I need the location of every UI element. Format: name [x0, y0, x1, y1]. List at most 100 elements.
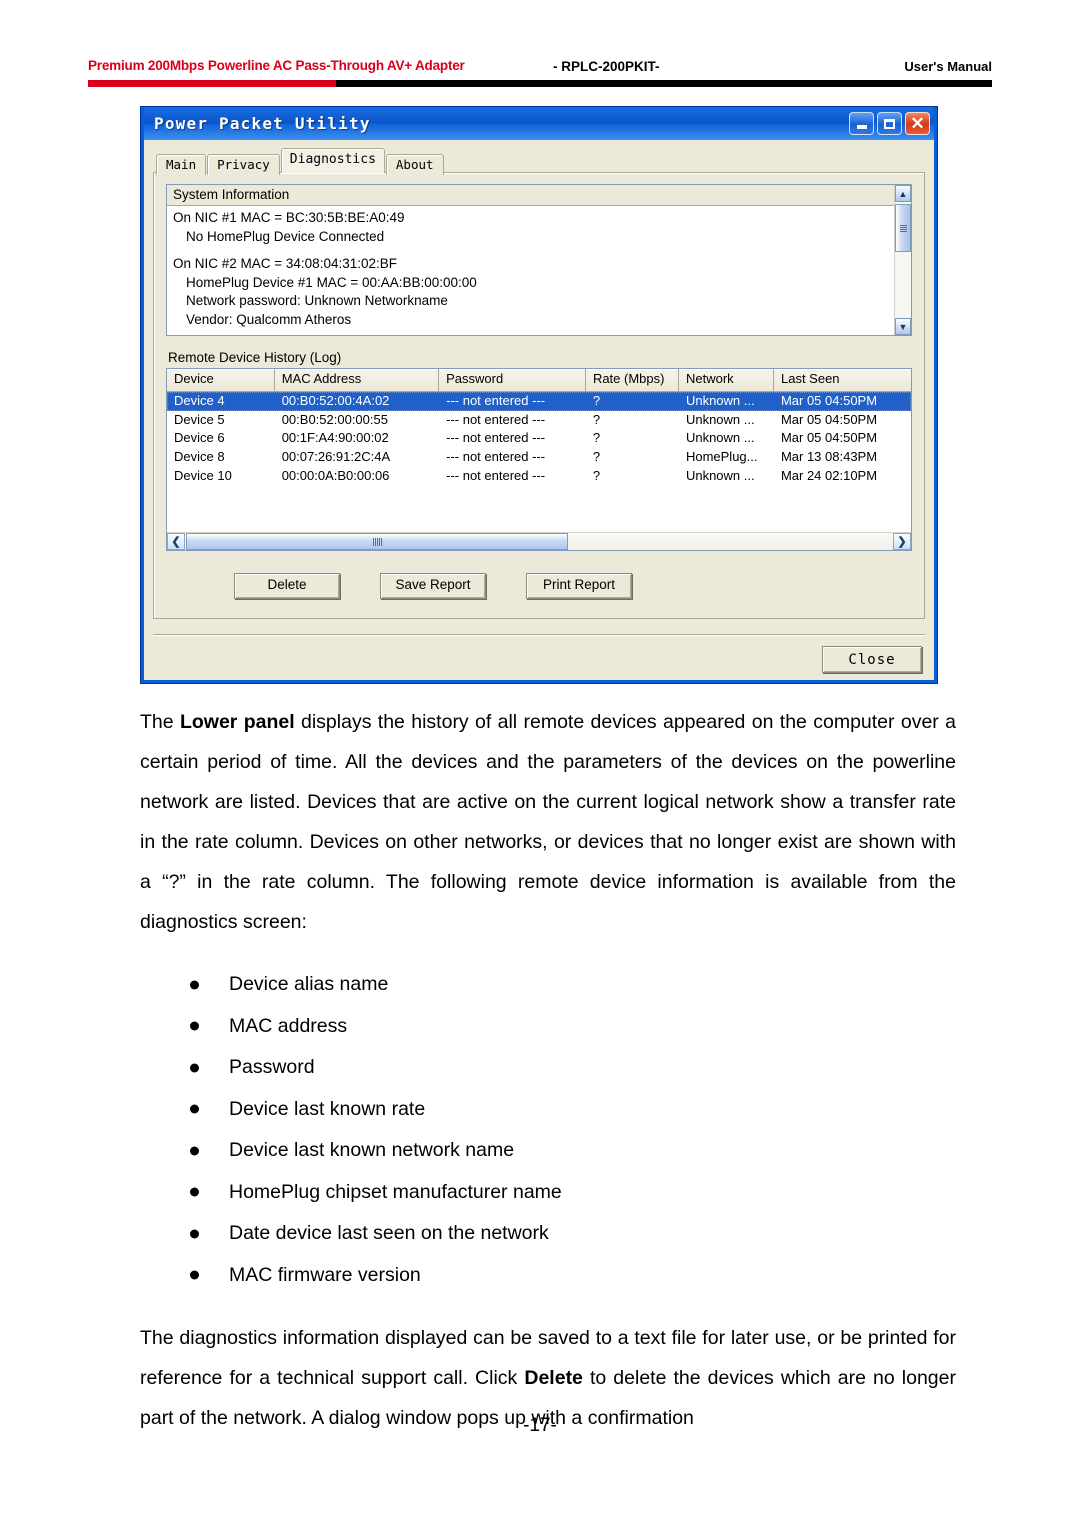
system-information-panel: System Information On NIC #1 MAC = BC:30… [166, 184, 912, 336]
sysinfo-line: On NIC #1 MAC = BC:30:5B:BE:A0:49 [173, 210, 405, 225]
list-item-label: MAC firmware version [229, 1263, 421, 1286]
minimize-button[interactable] [849, 112, 874, 135]
column-header-last-seen[interactable]: Last Seen [773, 369, 911, 391]
list-item: Device last known rate [140, 1089, 956, 1131]
remote-device-history-list: Device MAC Address Password Rate (Mbps) … [166, 368, 912, 551]
cell-password: --- not entered --- [446, 393, 546, 409]
scroll-right-icon[interactable]: ❯ [893, 533, 911, 550]
cell-mac: 00:00:0A:B0:00:06 [281, 467, 390, 483]
document-body: The Lower panel displays the history of … [140, 702, 956, 1438]
scroll-grip-icon [899, 224, 907, 232]
header-rule-black [336, 80, 992, 87]
footer-separator [153, 634, 925, 636]
cell-password: --- not entered --- [446, 467, 546, 483]
list-item-label: Date device last seen on the network [229, 1222, 549, 1244]
sysinfo-line: HomePlug Device #1 MAC = 00:AA:BB:00:00:… [186, 274, 477, 290]
paragraph1-bold: Lower panel [179, 711, 295, 733]
list-item-label: Password [229, 1056, 315, 1078]
table-row[interactable]: Device 5 00:B0:52:00:00:55 --- not enter… [167, 411, 911, 430]
system-information-header: System Information [167, 185, 894, 206]
tab-about[interactable]: About [385, 154, 444, 175]
sysinfo-line: No HomePlug Device Connected [186, 228, 385, 244]
window-title: Power Packet Utility [154, 114, 371, 133]
list-item: MAC firmware version [140, 1255, 956, 1297]
column-header-device[interactable]: Device [167, 369, 275, 391]
paragraph-lower-panel: The Lower panel displays the history of … [140, 702, 956, 942]
list-item: HomePlug chipset manufacturer name [140, 1172, 956, 1214]
delete-button[interactable]: Delete [234, 573, 340, 599]
cell-device: Device 5 [174, 411, 225, 427]
close-icon: ✕ [910, 114, 925, 133]
cell-device: Device 4 [174, 393, 225, 409]
model-number: - RPLC-200PKIT- [553, 59, 660, 74]
cell-rate: ? [592, 449, 601, 465]
cell-mac: 00:07:26:91:2C:4A [281, 449, 391, 465]
cell-network: Unknown ... [685, 411, 755, 427]
tab-privacy[interactable]: Privacy [207, 154, 280, 175]
bullet-icon [190, 1104, 199, 1114]
system-information-content: System Information On NIC #1 MAC = BC:30… [167, 185, 894, 335]
column-header-network[interactable]: Network [678, 369, 774, 391]
manual-label: User's Manual [904, 59, 992, 74]
column-header-password[interactable]: Password [439, 369, 586, 391]
cell-mac: 00:B0:52:00:4A:02 [281, 393, 390, 409]
save-report-button[interactable]: Save Report [380, 573, 486, 599]
diagnostics-info-list: Device alias name MAC address Password D… [140, 964, 956, 1296]
cell-network: HomePlug... [685, 449, 758, 465]
minimize-icon [856, 125, 867, 129]
close-button[interactable]: Close [822, 646, 922, 673]
diagnostics-panel: System Information On NIC #1 MAC = BC:30… [153, 172, 925, 619]
header-rule [88, 80, 992, 87]
window-titlebar[interactable]: Power Packet Utility ✕ [144, 107, 934, 140]
cell-rate: ? [592, 393, 601, 409]
list-item: Device last known network name [140, 1130, 956, 1172]
paragraph1-pre: The [140, 711, 180, 733]
page-header: Premium 200Mbps Powerline AC Pass-Throug… [88, 58, 992, 98]
header-rule-red [88, 80, 336, 87]
list-item: MAC address [140, 1006, 956, 1048]
table-row[interactable]: Device 10 00:00:0A:B0:00:06 --- not ente… [167, 466, 911, 485]
system-information-body: On NIC #1 MAC = BC:30:5B:BE:A0:49 No Hom… [167, 206, 894, 335]
bullet-icon [190, 1021, 199, 1031]
print-report-button[interactable]: Print Report [526, 573, 632, 599]
page-number: -17- [523, 1415, 557, 1436]
window-client-area: Main Privacy Diagnostics About System In… [144, 140, 934, 680]
scroll-down-icon[interactable]: ▼ [895, 318, 911, 335]
list-item-label: Device last known rate [229, 1097, 426, 1120]
table-header-row: Device MAC Address Password Rate (Mbps) … [167, 369, 911, 392]
cell-network: Unknown ... [685, 430, 755, 446]
sysinfo-line-blank [173, 246, 894, 255]
cell-mac: 00:B0:52:00:00:55 [281, 411, 388, 427]
cell-last-seen: Mar 05 04:50PM [780, 393, 878, 409]
cell-password: --- not entered --- [446, 430, 546, 446]
cell-mac: 00:1F:A4:90:00:02 [281, 430, 389, 446]
list-item-label: Device alias name [229, 973, 389, 995]
cell-device: Device 8 [174, 449, 225, 465]
vertical-scroll-thumb[interactable] [895, 204, 911, 252]
vertical-scroll-track[interactable] [895, 202, 911, 318]
column-header-rate[interactable]: Rate (Mbps) [585, 369, 679, 391]
system-information-vertical-scrollbar[interactable]: ▲ ▼ [894, 185, 911, 335]
table-row[interactable]: Device 8 00:07:26:91:2C:4A --- not enter… [167, 448, 911, 467]
tab-main[interactable]: Main [156, 154, 207, 175]
close-window-button[interactable]: ✕ [905, 112, 930, 135]
sysinfo-line: Vendor: Qualcomm Atheros [186, 311, 352, 327]
cell-rate: ? [592, 467, 601, 483]
horizontal-scroll-track[interactable] [185, 533, 893, 550]
scroll-left-icon[interactable]: ❮ [167, 533, 185, 550]
horizontal-scroll-thumb[interactable] [186, 533, 568, 550]
table-row[interactable]: Device 4 00:B0:52:00:4A:02 --- not enter… [167, 392, 911, 411]
maximize-button[interactable] [877, 112, 902, 135]
scroll-up-icon[interactable]: ▲ [895, 185, 911, 202]
tab-diagnostics[interactable]: Diagnostics [280, 148, 385, 173]
cell-last-seen: Mar 05 04:50PM [780, 430, 878, 446]
cell-last-seen: Mar 24 02:10PM [780, 467, 878, 483]
list-item: Date device last seen on the network [140, 1213, 956, 1255]
column-header-mac[interactable]: MAC Address [274, 369, 440, 391]
action-button-row: Delete Save Report Print Report [166, 573, 912, 599]
list-item: Password [140, 1047, 956, 1089]
tabstrip: Main Privacy Diagnostics About [153, 148, 925, 175]
table-row[interactable]: Device 6 00:1F:A4:90:00:02 --- not enter… [167, 429, 911, 448]
table-horizontal-scrollbar[interactable]: ❮ ❯ [167, 532, 911, 550]
scroll-grip-icon [372, 537, 382, 546]
